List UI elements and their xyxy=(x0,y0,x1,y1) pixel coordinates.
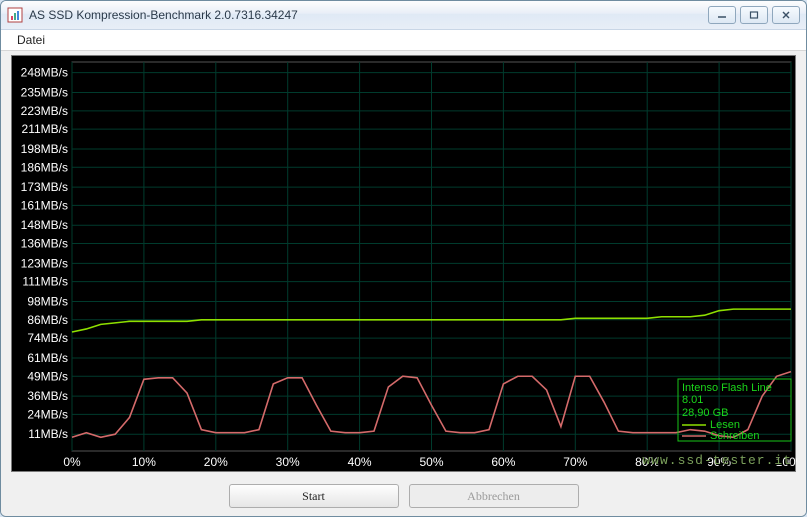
svg-text:70%: 70% xyxy=(563,455,587,469)
svg-text:80%: 80% xyxy=(635,455,659,469)
svg-text:86MB/s: 86MB/s xyxy=(27,313,68,327)
maximize-button[interactable] xyxy=(740,6,768,24)
svg-text:8.01: 8.01 xyxy=(682,394,703,406)
svg-text:136MB/s: 136MB/s xyxy=(21,237,68,251)
app-window: AS SSD Kompression-Benchmark 2.0.7316.34… xyxy=(0,0,807,517)
svg-text:50%: 50% xyxy=(419,455,443,469)
svg-text:20%: 20% xyxy=(204,455,228,469)
svg-text:Intenso Flash Line: Intenso Flash Line xyxy=(682,382,772,394)
cancel-button[interactable]: Abbrechen xyxy=(409,484,579,508)
start-button[interactable]: Start xyxy=(229,484,399,508)
svg-text:0%: 0% xyxy=(63,455,81,469)
svg-text:173MB/s: 173MB/s xyxy=(21,180,68,194)
close-button[interactable] xyxy=(772,6,800,24)
minimize-button[interactable] xyxy=(708,6,736,24)
app-icon xyxy=(7,7,23,23)
svg-text:Schreiben: Schreiben xyxy=(710,430,760,442)
svg-text:148MB/s: 148MB/s xyxy=(21,218,68,232)
svg-text:11MB/s: 11MB/s xyxy=(28,427,68,441)
bottom-toolbar: Start Abbrechen xyxy=(1,476,806,516)
svg-text:198MB/s: 198MB/s xyxy=(21,142,68,156)
window-controls xyxy=(708,6,800,24)
svg-text:100%: 100% xyxy=(776,455,797,469)
menubar: Datei xyxy=(1,30,806,51)
svg-text:223MB/s: 223MB/s xyxy=(21,104,68,118)
svg-text:111MB/s: 111MB/s xyxy=(22,275,68,289)
svg-text:248MB/s: 248MB/s xyxy=(21,66,68,80)
svg-text:28,90 GB: 28,90 GB xyxy=(682,407,728,419)
svg-text:40%: 40% xyxy=(348,455,372,469)
menu-datei[interactable]: Datei xyxy=(9,32,53,48)
svg-text:49MB/s: 49MB/s xyxy=(27,369,68,383)
svg-text:186MB/s: 186MB/s xyxy=(21,160,68,174)
svg-text:90%: 90% xyxy=(707,455,731,469)
svg-text:98MB/s: 98MB/s xyxy=(27,295,68,309)
svg-text:61MB/s: 61MB/s xyxy=(27,351,68,365)
svg-text:211MB/s: 211MB/s xyxy=(22,122,68,136)
svg-text:24MB/s: 24MB/s xyxy=(27,407,68,421)
svg-text:60%: 60% xyxy=(491,455,515,469)
svg-text:74MB/s: 74MB/s xyxy=(27,331,68,345)
titlebar: AS SSD Kompression-Benchmark 2.0.7316.34… xyxy=(1,1,806,30)
window-title: AS SSD Kompression-Benchmark 2.0.7316.34… xyxy=(29,8,708,22)
svg-text:10%: 10% xyxy=(132,455,156,469)
svg-text:36MB/s: 36MB/s xyxy=(27,389,68,403)
svg-text:123MB/s: 123MB/s xyxy=(21,256,68,270)
svg-text:235MB/s: 235MB/s xyxy=(21,86,68,100)
svg-text:161MB/s: 161MB/s xyxy=(21,198,68,212)
svg-text:30%: 30% xyxy=(276,455,300,469)
compression-chart: 11MB/s 24MB/s 36MB/s 49MB/s 61MB/s 74MB/s 86MB… xyxy=(11,55,796,472)
